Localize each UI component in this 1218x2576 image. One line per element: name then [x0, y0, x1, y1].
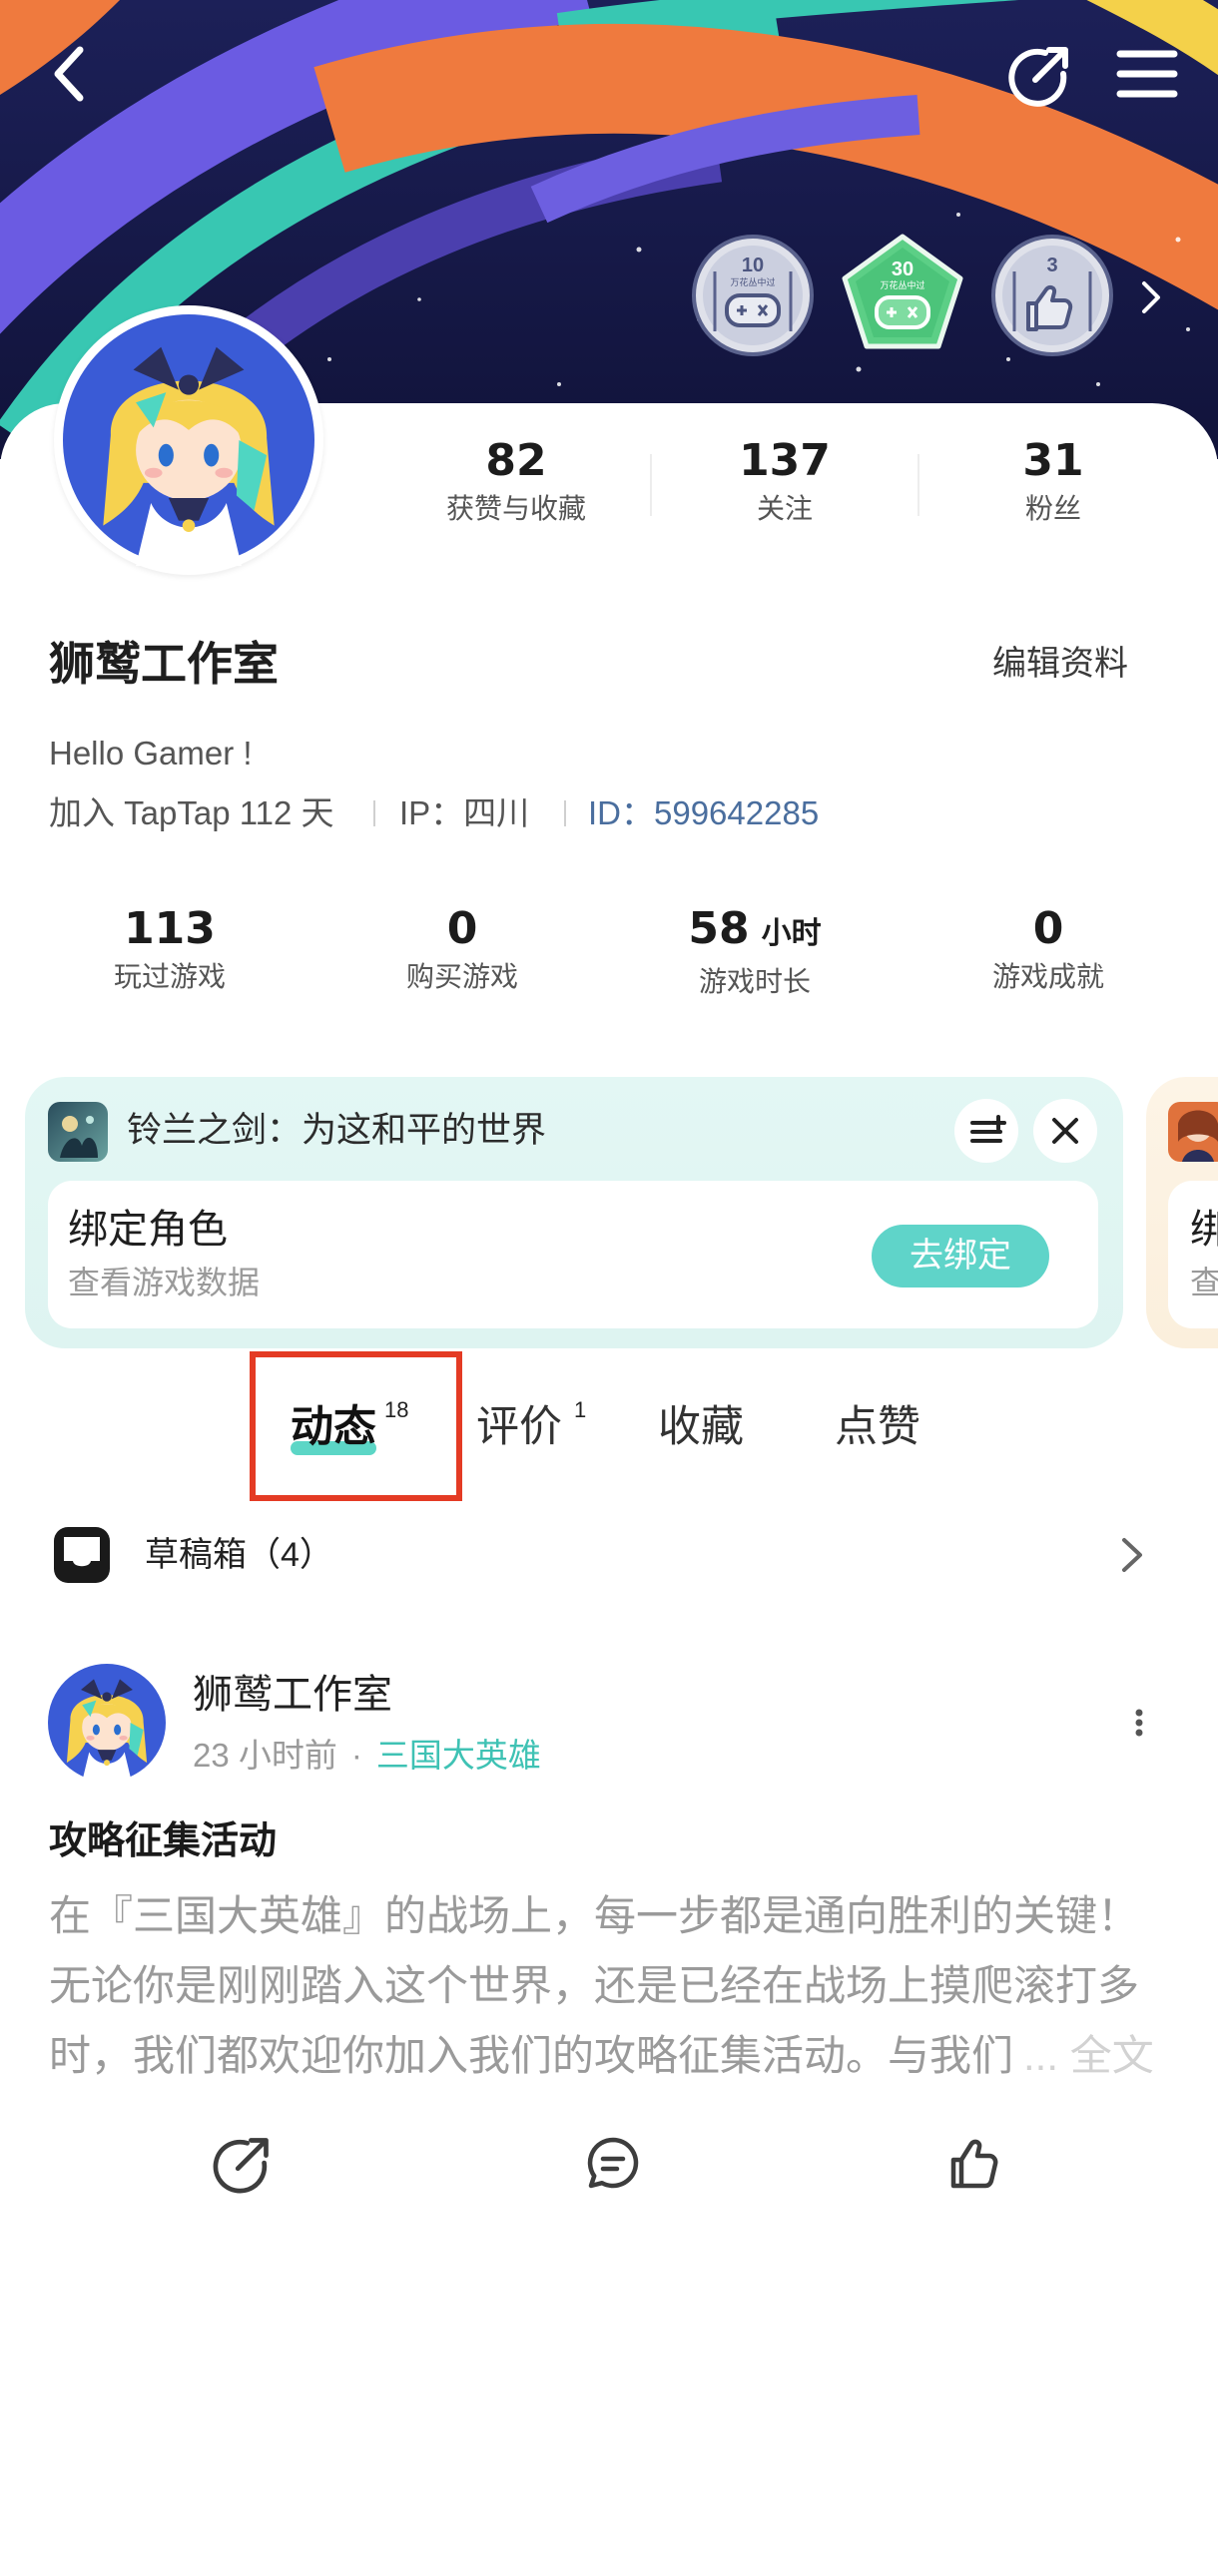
- tab-favorites[interactable]: 收藏: [658, 1401, 744, 1453]
- bind-role-panel: 绑定角色 查看游戏数据 去绑定: [48, 1181, 1098, 1328]
- info-separator: [373, 800, 375, 826]
- stat-label: 关注: [756, 493, 813, 524]
- stat-games-played[interactable]: 113 玩过游戏: [50, 903, 290, 995]
- stat-label: 玩过游戏: [113, 961, 226, 992]
- highlight-annotation-box: [250, 1351, 462, 1501]
- add-to-list-icon[interactable]: [954, 1099, 1018, 1163]
- bind-role-title: 绑: [1190, 1208, 1218, 1252]
- post-body[interactable]: 在『三国大英雄』的战场上，每一步都是通向胜利的关键！ 无论你是刚刚踏入这个世界，…: [49, 1881, 1154, 2091]
- profile-screen: 10 万花丛中过 30 万花丛中过 3 82 获赞与收藏 137 关注 31 粉…: [0, 0, 1218, 2576]
- stat-achievements[interactable]: 0 游戏成就: [928, 903, 1168, 995]
- stat-value-unit: 小时: [761, 916, 822, 951]
- profile-card: [0, 403, 1218, 2576]
- stat-following[interactable]: 137 关注: [685, 435, 885, 527]
- stat-value: 82: [485, 435, 547, 486]
- profile-id-label: ID：: [588, 794, 654, 831]
- stat-value: 113: [124, 903, 216, 954]
- stat-label: 粉丝: [1024, 493, 1081, 524]
- edit-profile-button[interactable]: 编辑资料: [992, 642, 1128, 686]
- badge-thumbs-up-3[interactable]: 3: [988, 232, 1116, 359]
- like-icon[interactable]: [941, 2132, 1005, 2196]
- post-body-line: 时，我们都欢迎你加入我们的攻略征集活动。与我们... 全文: [49, 2021, 1154, 2091]
- more-options-icon[interactable]: [1129, 1709, 1149, 1737]
- drafts-box-icon: [54, 1527, 110, 1583]
- badge-caption: 万花丛中过: [730, 276, 775, 287]
- profile-id-value: 599642285: [654, 794, 820, 831]
- profile-bio: Hello Gamer !: [49, 735, 253, 772]
- post-title[interactable]: 攻略征集活动: [49, 1818, 277, 1864]
- post-meta: 23 小时前 · 三国大英雄: [193, 1736, 541, 1776]
- badge-number: 3: [1046, 255, 1057, 276]
- tab-likes[interactable]: 点赞: [835, 1401, 920, 1453]
- drafts-label: 草稿箱（4）: [145, 1536, 333, 1574]
- post-time: 23 小时前: [193, 1737, 337, 1774]
- expand-full-text-link[interactable]: ... 全文: [1023, 2032, 1154, 2079]
- stat-likes-favorites[interactable]: 82 获赞与收藏: [416, 435, 616, 527]
- badge-gamepad-10[interactable]: 10 万花丛中过: [689, 232, 817, 359]
- stat-value: 58 小时: [635, 903, 875, 960]
- stat-value: 0: [446, 903, 478, 954]
- close-icon[interactable]: [1033, 1099, 1097, 1163]
- bind-role-button[interactable]: 去绑定: [872, 1225, 1049, 1288]
- post-topic-link[interactable]: 三国大英雄: [376, 1737, 541, 1774]
- tab-reviews[interactable]: 评价 1: [476, 1399, 586, 1453]
- bind-role-subtitle: 查看游戏数据: [68, 1265, 261, 1300]
- stat-followers[interactable]: 31 粉丝: [953, 435, 1153, 527]
- comment-icon[interactable]: [581, 2132, 645, 2196]
- profile-ip: IP：四川: [399, 794, 530, 831]
- stat-label: 获赞与收藏: [445, 493, 586, 524]
- avatar-image: [63, 314, 314, 566]
- post-author-name[interactable]: 狮鹫工作室: [193, 1671, 392, 1719]
- game-icon[interactable]: [1168, 1102, 1218, 1162]
- avatar[interactable]: [54, 305, 323, 575]
- profile-joined: 加入 TapTap 112 天: [49, 794, 334, 831]
- bind-role-panel: 绑 查: [1168, 1181, 1218, 1328]
- game-title[interactable]: 铃兰之剑：为这和平的世界: [127, 1109, 546, 1153]
- badge-gamepad-30[interactable]: 30 万花丛中过: [839, 232, 966, 359]
- bind-role-title: 绑定角色: [68, 1208, 228, 1252]
- badge-number: 30: [892, 258, 914, 280]
- chevron-right-icon: [1122, 1538, 1142, 1572]
- stat-value-number: 58: [688, 903, 750, 954]
- stat-label: 购买游戏: [405, 961, 518, 992]
- stat-value: 0: [1032, 903, 1064, 954]
- game-card-carousel[interactable]: 铃兰之剑：为这和平的世界 绑定角色 查看游戏数据 去绑定 绑 查: [0, 1068, 1218, 1357]
- game-card[interactable]: 铃兰之剑：为这和平的世界 绑定角色 查看游戏数据 去绑定: [25, 1077, 1123, 1348]
- game-card[interactable]: 绑 查: [1146, 1077, 1218, 1348]
- post-body-line: 在『三国大英雄』的战场上，每一步都是通向胜利的关键！: [49, 1892, 1140, 1939]
- stat-label: 游戏时长: [698, 966, 811, 997]
- info-separator: [564, 800, 566, 826]
- stat-value: 31: [1022, 435, 1084, 486]
- menu-icon[interactable]: [1116, 48, 1178, 100]
- share-icon[interactable]: [1005, 42, 1073, 108]
- tab-label: 评价: [476, 1403, 562, 1451]
- stat-play-time[interactable]: 58 小时 游戏时长: [635, 903, 875, 1000]
- stat-divider: [917, 454, 919, 516]
- meta-separator: ·: [350, 1737, 362, 1774]
- stat-divider: [650, 454, 652, 516]
- game-icon[interactable]: [48, 1102, 108, 1162]
- badge-caption: 万花丛中过: [880, 279, 924, 290]
- profile-id[interactable]: ID：599642285: [588, 793, 819, 833]
- profile-name: 狮鹫工作室: [49, 638, 279, 690]
- share-icon[interactable]: [210, 2132, 274, 2196]
- badge-number: 10: [742, 255, 764, 276]
- post-body-line: 无论你是刚刚踏入这个世界，还是已经在战场上摸爬滚打多: [49, 1962, 1140, 2009]
- bind-role-subtitle: 查: [1190, 1265, 1218, 1300]
- chevron-right-icon[interactable]: [1136, 277, 1166, 317]
- post-author-avatar[interactable]: [48, 1664, 166, 1782]
- back-arrow-icon[interactable]: [50, 46, 90, 102]
- stat-label: 游戏成就: [991, 961, 1104, 992]
- stat-value: 137: [739, 435, 831, 486]
- tab-count: 1: [574, 1397, 587, 1422]
- stat-games-bought[interactable]: 0 购买游戏: [342, 903, 582, 995]
- post-body-line-text: 时，我们都欢迎你加入我们的攻略征集活动。与我们: [49, 2032, 1014, 2079]
- drafts-row[interactable]: 草稿箱（4）: [0, 1517, 1218, 1593]
